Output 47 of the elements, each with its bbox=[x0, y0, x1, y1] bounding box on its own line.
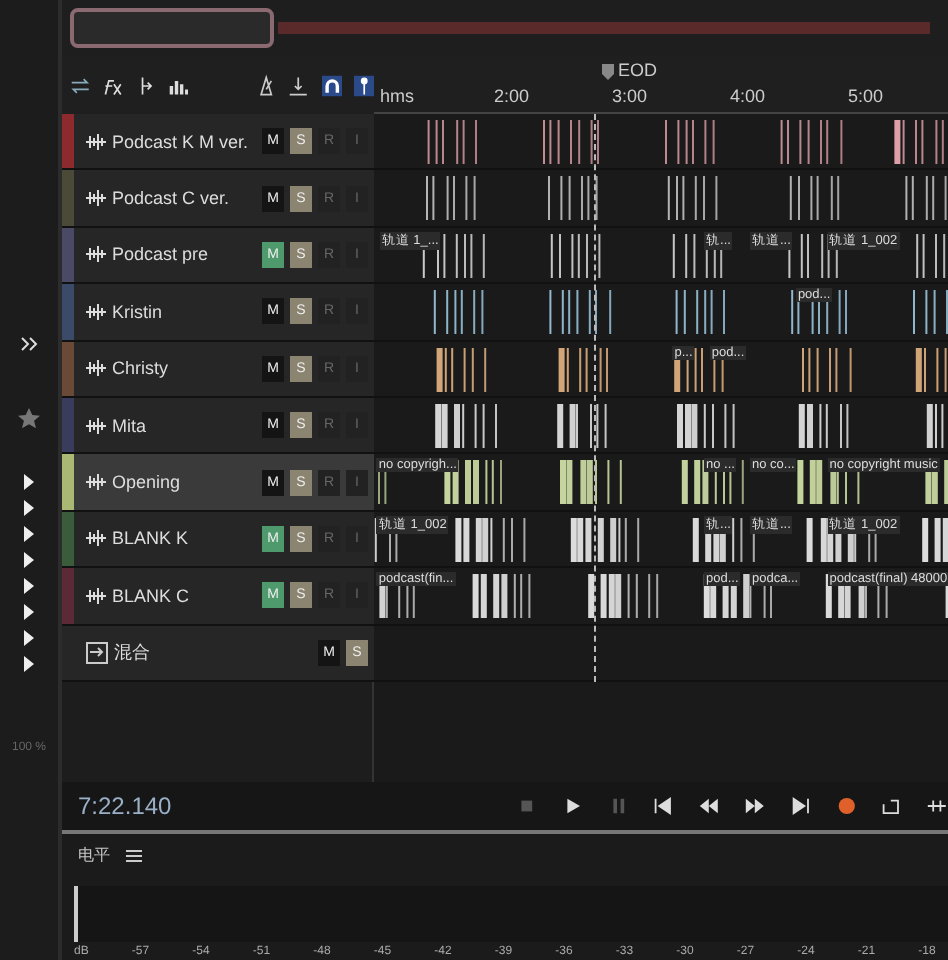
skip-back-icon[interactable] bbox=[652, 793, 675, 818]
pause-icon[interactable] bbox=[607, 793, 629, 818]
track-name: Kristin bbox=[112, 301, 165, 322]
time-display: 7:22.140 bbox=[78, 791, 174, 820]
waveform-icon bbox=[86, 303, 106, 320]
waveform-icon bbox=[86, 133, 106, 150]
track-name: BLANK C bbox=[112, 585, 192, 606]
pin-icon[interactable] bbox=[353, 73, 375, 97]
playhead-line[interactable] bbox=[594, 114, 596, 682]
expand-icon[interactable] bbox=[19, 336, 39, 352]
star-icon[interactable] bbox=[18, 408, 40, 430]
marker-icon[interactable] bbox=[602, 64, 614, 80]
track-name: Opening bbox=[112, 472, 183, 493]
track-name: Podcast pre bbox=[112, 244, 211, 265]
track-name: 混合 bbox=[114, 639, 152, 666]
record-icon[interactable] bbox=[835, 793, 857, 818]
fast-forward-icon[interactable] bbox=[743, 793, 766, 818]
ruler-label: 5:00 bbox=[848, 86, 884, 106]
input-icon[interactable] bbox=[288, 73, 310, 97]
menu-icon[interactable] bbox=[126, 849, 142, 862]
waveform-icon bbox=[86, 190, 106, 207]
waveform-icon bbox=[86, 417, 106, 434]
overview-drawing[interactable] bbox=[70, 8, 930, 48]
track-name: Mita bbox=[112, 415, 149, 436]
ruler-unit: hms bbox=[380, 86, 415, 106]
play-icon[interactable] bbox=[561, 793, 584, 818]
ruler-label: 2:00 bbox=[494, 86, 530, 106]
output-icon bbox=[86, 641, 108, 664]
panel-title: 电平 bbox=[78, 844, 110, 867]
magnet-icon[interactable] bbox=[321, 73, 342, 97]
waveform-icon bbox=[86, 246, 106, 263]
rewind-icon[interactable] bbox=[698, 793, 720, 818]
track-name: Podcast K M ver. bbox=[112, 131, 251, 152]
waveform-icon bbox=[86, 360, 106, 377]
track-name: Christy bbox=[112, 358, 171, 379]
track-name: Podcast C ver. bbox=[112, 188, 232, 209]
waveform-icon bbox=[86, 474, 106, 491]
track-name: BLANK K bbox=[112, 528, 191, 549]
skip-forward-icon[interactable] bbox=[789, 793, 812, 818]
metronome-icon[interactable] bbox=[256, 73, 277, 97]
play-arrows-icon[interactable] bbox=[21, 470, 37, 678]
swap-icon[interactable] bbox=[70, 73, 91, 97]
end-marker-label: EOD bbox=[618, 60, 658, 80]
waveform-icon bbox=[86, 587, 106, 604]
ruler-label: 3:00 bbox=[612, 86, 648, 106]
waveform-icon bbox=[86, 530, 106, 547]
ruler-label: 4:00 bbox=[730, 86, 766, 106]
